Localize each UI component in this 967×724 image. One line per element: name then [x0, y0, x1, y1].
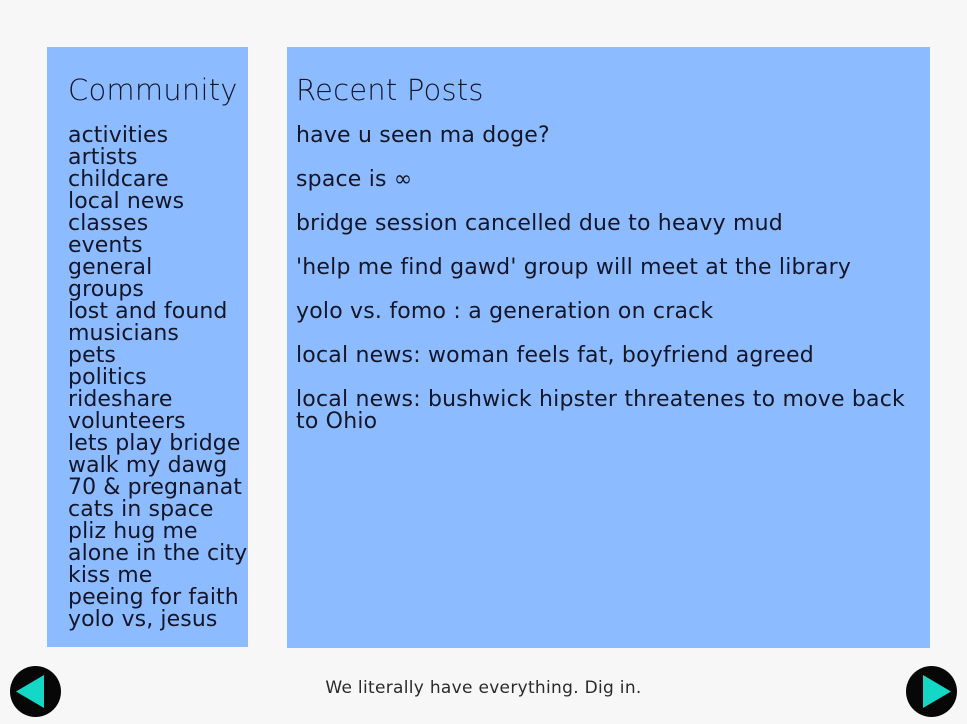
community-panel: Community activities artists childcare l…	[47, 47, 248, 647]
post-link[interactable]: have u seen ma doge?	[296, 125, 914, 147]
right-arrow-icon	[923, 675, 951, 708]
category-link[interactable]: kiss me	[68, 565, 248, 587]
category-link[interactable]: events	[68, 235, 248, 257]
post-list: have u seen ma doge? space is ∞ bridge s…	[296, 125, 914, 433]
category-link[interactable]: childcare	[68, 169, 248, 191]
post-link[interactable]: local news: woman feels fat, boyfriend a…	[296, 345, 914, 367]
category-link[interactable]: artists	[68, 147, 248, 169]
category-link[interactable]: 70 & pregnanat	[68, 477, 248, 499]
category-link[interactable]: peeing for faith	[68, 587, 248, 609]
post-link[interactable]: local news: bushwick hipster threatenes …	[296, 389, 914, 433]
post-link[interactable]: yolo vs. fomo : a generation on crack	[296, 301, 914, 323]
category-link[interactable]: alone in the city	[68, 543, 248, 565]
category-link[interactable]: lets play bridge	[68, 433, 248, 455]
post-link[interactable]: space is ∞	[296, 169, 914, 191]
category-link[interactable]: musicians	[68, 323, 248, 345]
category-link[interactable]: local news	[68, 191, 248, 213]
category-link[interactable]: cats in space	[68, 499, 248, 521]
category-link[interactable]: general	[68, 257, 248, 279]
post-link[interactable]: bridge session cancelled due to heavy mu…	[296, 213, 914, 235]
category-link[interactable]: activities	[68, 125, 248, 147]
recent-posts-title: Recent Posts	[296, 73, 484, 107]
category-link[interactable]: politics	[68, 367, 248, 389]
footer-tagline: We literally have everything. Dig in.	[325, 678, 642, 698]
category-link[interactable]: classes	[68, 213, 248, 235]
category-link[interactable]: rideshare	[68, 389, 248, 411]
category-link[interactable]: walk my dawg	[68, 455, 248, 477]
category-link[interactable]: pets	[68, 345, 248, 367]
category-link[interactable]: volunteers	[68, 411, 248, 433]
category-link[interactable]: groups	[68, 279, 248, 301]
category-link[interactable]: pliz hug me	[68, 521, 248, 543]
category-link[interactable]: yolo vs, jesus	[68, 609, 248, 631]
community-title: Community	[68, 73, 238, 107]
next-button[interactable]	[906, 666, 957, 717]
category-list: activities artists childcare local news …	[68, 125, 248, 631]
recent-posts-panel: Recent Posts have u seen ma doge? space …	[287, 47, 930, 648]
post-link[interactable]: 'help me find gawd' group will meet at t…	[296, 257, 914, 279]
category-link[interactable]: lost and found	[68, 301, 248, 323]
